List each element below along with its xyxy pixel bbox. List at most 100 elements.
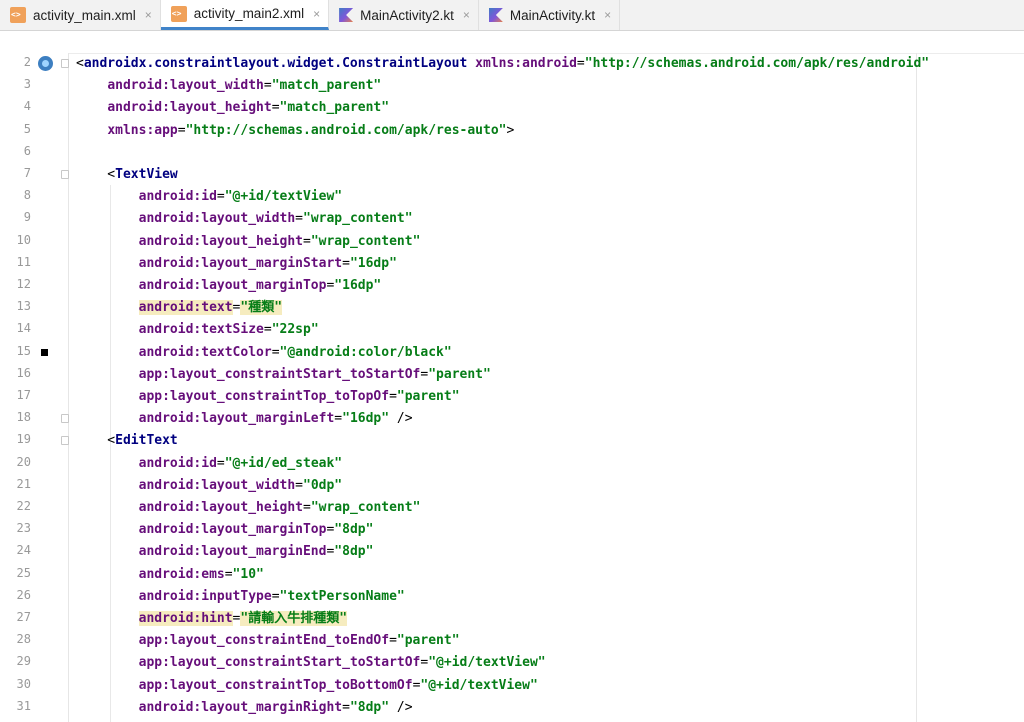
code-text[interactable]: android:layout_marginTop="16dp" [76, 277, 382, 295]
token-punct [76, 322, 139, 337]
token-punct: = [271, 344, 280, 360]
token-attr: android:ems [138, 566, 225, 582]
code-line[interactable]: 18 android:layout_marginLeft="16dp" /> [0, 408, 1024, 430]
code-line[interactable]: 27 android:hint="請輸入牛排種類" [0, 608, 1024, 630]
editor-tab-bar: activity_main.xml×activity_main2.xml×Mai… [0, 0, 1024, 31]
code-editor[interactable]: 2 <androidx.constraintlayout.widget.Const… [0, 53, 1024, 722]
code-text[interactable]: android:layout_marginLeft="16dp" /> [76, 410, 413, 428]
code-line[interactable]: 13 android:text="種類" [0, 297, 1024, 319]
code-text[interactable]: android:layout_width="0dp" [76, 477, 343, 495]
token-val: "parent" [428, 366, 491, 382]
token-attr: android:layout_marginRight [138, 699, 343, 715]
code-line[interactable]: 7 <TextView [0, 164, 1024, 186]
code-text[interactable]: android:textSize="22sp" [76, 321, 319, 339]
code-line[interactable]: 25 android:ems="10" [0, 564, 1024, 586]
token-punct: = [216, 189, 225, 205]
token-val: "@+id/textView" [428, 655, 546, 671]
code-line[interactable]: 9 android:layout_width="wrap_content" [0, 208, 1024, 230]
code-text[interactable]: android:layout_height="wrap_content" [76, 499, 421, 517]
code-text[interactable]: app:layout_constraintTop_toBottomOf="@+i… [76, 677, 538, 695]
code-text[interactable]: android:id="@+id/ed_steak" [76, 455, 343, 473]
token-punct [76, 611, 139, 626]
tab-activity-main2-xml[interactable]: activity_main2.xml × [160, 0, 330, 30]
code-line[interactable]: 14 android:textSize="22sp" [0, 319, 1024, 341]
code-text[interactable]: android:layout_marginRight="8dp" /> [76, 699, 413, 717]
code-text[interactable]: android:id="@+id/textView" [76, 188, 343, 206]
token-punct: = [271, 100, 280, 116]
fold-marker-icon[interactable] [61, 59, 69, 68]
code-text[interactable]: <EditText [76, 432, 177, 450]
code-line[interactable]: 19 <EditText [0, 430, 1024, 452]
code-line[interactable]: 23 android:layout_marginTop="8dp" [0, 519, 1024, 541]
line-number: 27 [16, 610, 31, 624]
line-number: 30 [16, 676, 31, 691]
code-line[interactable]: 12 android:layout_marginTop="16dp" [0, 275, 1024, 297]
code-line[interactable]: 26 android:inputType="textPersonName" [0, 586, 1024, 608]
tab-mainactivity-kt[interactable]: MainActivity.kt × [479, 0, 621, 30]
tab-mainactivity2-kt[interactable]: MainActivity2.kt × [329, 0, 479, 30]
token-attr: app:layout_constraintStart_toStartOf [138, 655, 421, 671]
code-text[interactable]: android:textColor="@android:color/black" [76, 344, 452, 362]
code-text[interactable]: android:layout_marginStart="16dp" [76, 255, 397, 273]
code-line[interactable]: 11 android:layout_marginStart="16dp" [0, 253, 1024, 275]
fold-marker-icon[interactable] [61, 170, 69, 179]
code-line[interactable]: 20 android:id="@+id/ed_steak" [0, 453, 1024, 475]
line-number: 15 [16, 343, 31, 358]
code-text[interactable]: android:layout_marginEnd="8dp" [76, 543, 374, 561]
token-attr: android:layout_width [107, 78, 264, 94]
token-val: "10" [232, 566, 264, 582]
close-icon[interactable]: × [604, 8, 611, 22]
code-line[interactable]: 2 <androidx.constraintlayout.widget.Const… [0, 53, 1024, 75]
close-icon[interactable]: × [313, 7, 320, 21]
code-text[interactable]: xmlns:app="http://schemas.android.com/ap… [76, 122, 514, 140]
code-text[interactable]: android:hint="請輸入牛排種類" [76, 610, 348, 628]
code-line[interactable]: 16 app:layout_constraintStart_toStartOf=… [0, 364, 1024, 386]
code-line[interactable]: 17 app:layout_constraintTop_toTopOf="par… [0, 386, 1024, 408]
token-punct [76, 411, 139, 426]
code-text[interactable]: app:layout_constraintTop_toTopOf="parent… [76, 388, 460, 406]
code-text[interactable]: <androidx.constraintlayout.widget.Constr… [76, 55, 929, 73]
code-line[interactable]: 4 android:layout_height="match_parent" [0, 97, 1024, 119]
code-text[interactable]: android:ems="10" [76, 566, 264, 584]
token-val: "wrap_content" [303, 211, 413, 227]
code-text[interactable]: android:text="種類" [76, 299, 283, 317]
code-text[interactable]: <TextView [76, 166, 177, 184]
code-line[interactable]: 24 android:layout_marginEnd="8dp" [0, 541, 1024, 563]
fold-marker-icon[interactable] [61, 414, 69, 424]
code-text[interactable]: android:inputType="textPersonName" [76, 588, 405, 606]
code-line[interactable]: 8 android:id="@+id/textView" [0, 186, 1024, 208]
close-icon[interactable]: × [145, 8, 152, 22]
close-icon[interactable]: × [463, 8, 470, 22]
code-text[interactable]: android:layout_height="match_parent" [76, 99, 389, 117]
code-text[interactable]: app:layout_constraintStart_toStartOf="@+… [76, 654, 546, 672]
code-line[interactable]: 31 android:layout_marginRight="8dp" /> [0, 697, 1024, 719]
code-line[interactable]: 28 app:layout_constraintEnd_toEndOf="par… [0, 630, 1024, 652]
code-text[interactable]: android:layout_marginTop="8dp" [76, 521, 374, 539]
token-attr: android:textSize [138, 322, 264, 338]
token-attr: android:textColor [138, 344, 272, 360]
code-line[interactable]: 30 app:layout_constraintTop_toBottomOf="… [0, 675, 1024, 697]
code-text[interactable]: android:layout_width="wrap_content" [76, 210, 413, 228]
code-line[interactable]: 29 app:layout_constraintStart_toStartOf=… [0, 652, 1024, 674]
tab-label: activity_main2.xml [193, 6, 305, 21]
code-line[interactable]: 10 android:layout_height="wrap_content" [0, 231, 1024, 253]
code-text[interactable]: app:layout_constraintEnd_toEndOf="parent… [76, 632, 460, 650]
tab-activity-main-xml[interactable]: activity_main.xml × [0, 0, 161, 30]
code-line[interactable]: 3 android:layout_width="match_parent" [0, 75, 1024, 97]
breakpoint-marker-icon[interactable] [41, 348, 48, 356]
token-attr: xmlns:android [475, 56, 577, 71]
code-text[interactable]: android:layout_width="match_parent" [76, 77, 381, 95]
code-line[interactable]: 6 [0, 142, 1024, 164]
code-text[interactable]: android:layout_height="wrap_content" [76, 233, 421, 251]
code-text[interactable]: app:layout_constraintStart_toStartOf="pa… [76, 366, 491, 384]
code-line[interactable]: 15 android:textColor="@android:color/bla… [0, 342, 1024, 364]
layout-preview-icon[interactable] [38, 56, 53, 71]
fold-marker-icon[interactable] [61, 436, 69, 446]
token-attr: android:layout_height [107, 100, 272, 116]
code-line[interactable]: 22 android:layout_height="wrap_content" [0, 497, 1024, 519]
code-line[interactable]: 21 android:layout_width="0dp" [0, 475, 1024, 497]
token-punct: = [389, 633, 397, 649]
code-line[interactable]: 5 xmlns:app="http://schemas.android.com/… [0, 120, 1024, 142]
token-tag: androidx.constraintlayout.widget.Constra… [83, 56, 468, 71]
xml-file-icon [170, 5, 187, 22]
